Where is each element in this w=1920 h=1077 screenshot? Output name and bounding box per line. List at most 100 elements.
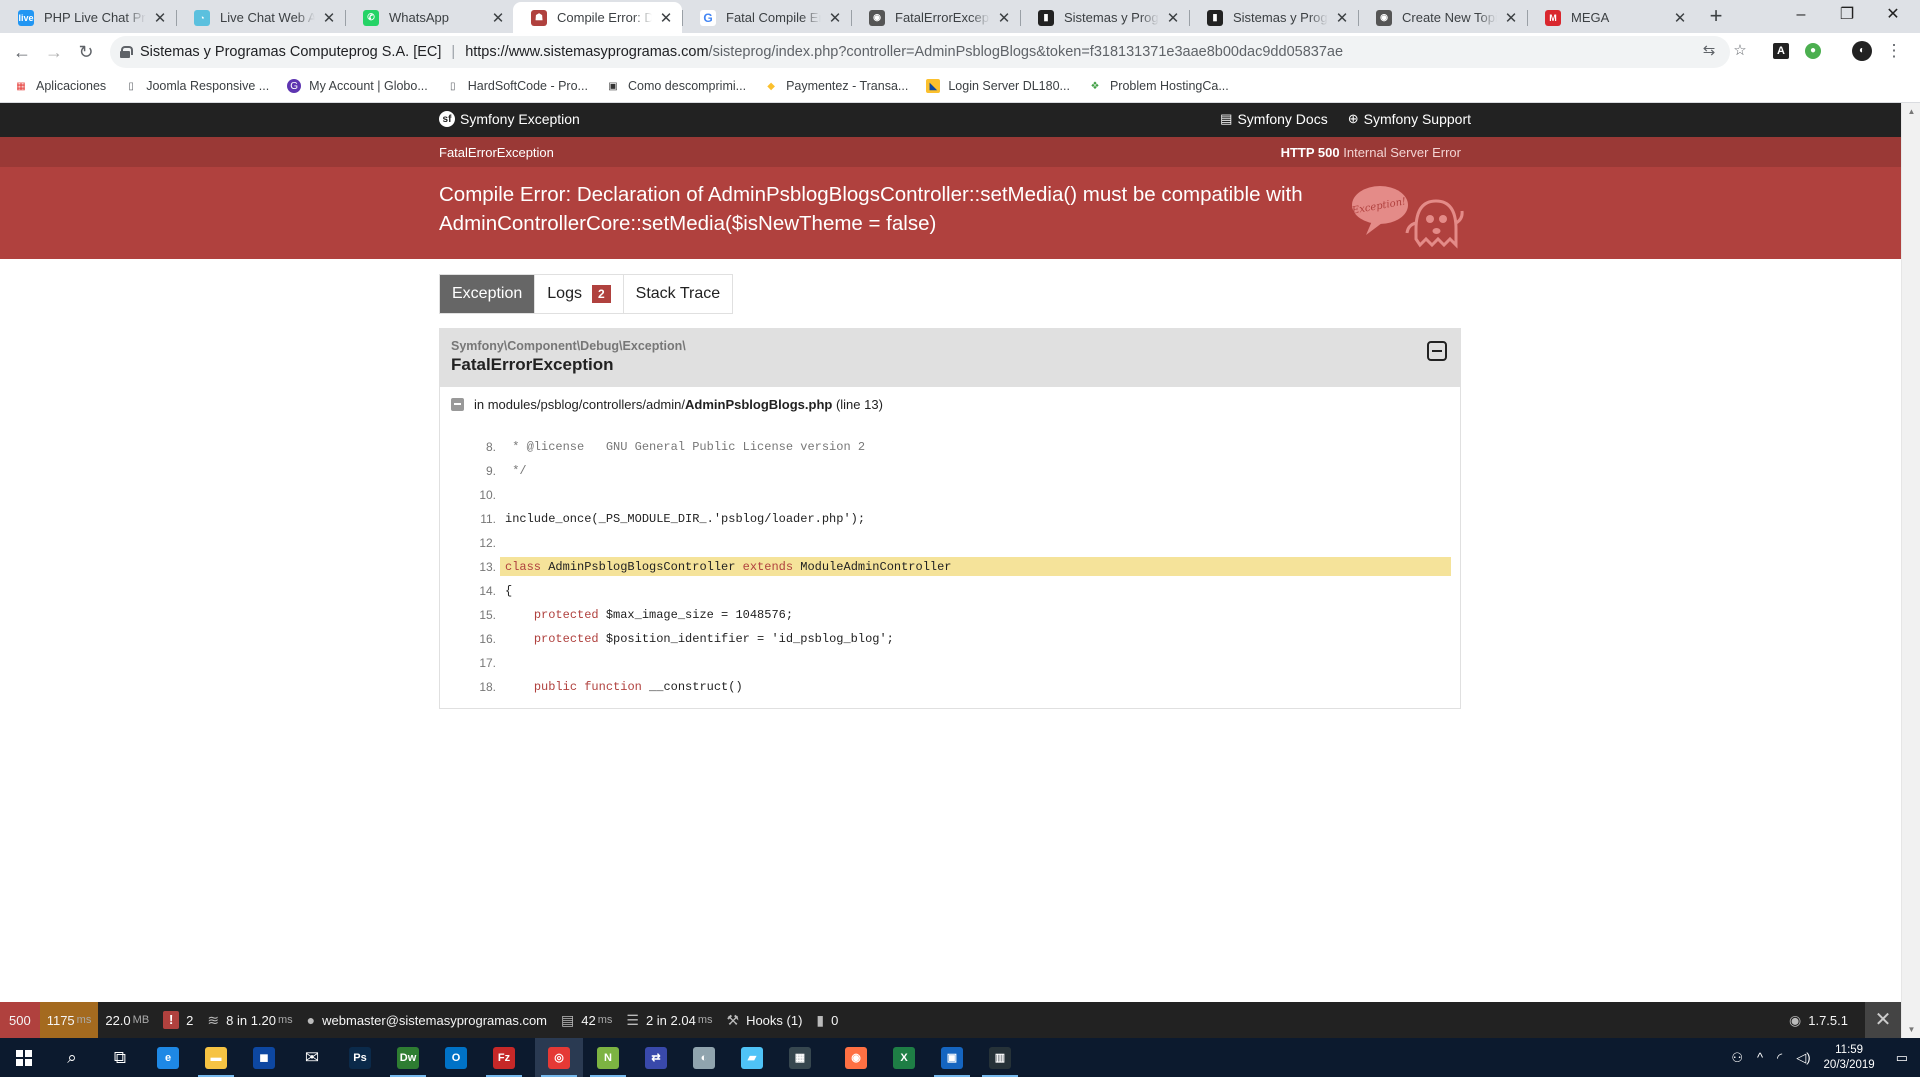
wdt-status-code[interactable]: 500 (0, 1002, 40, 1038)
bookmark-item[interactable]: ◆ Paymentez - Transa... (764, 79, 908, 93)
profile-avatar[interactable]: ◐ (1852, 41, 1872, 61)
close-tab-icon[interactable]: ✕ (996, 9, 1012, 27)
browser-tab[interactable]: G Fatal Compile Error ✕ (682, 2, 851, 33)
close-tab-icon[interactable]: ✕ (1334, 9, 1350, 27)
bookmark-item[interactable]: G My Account | Globo... (287, 79, 428, 93)
close-window-button[interactable]: ✕ (1870, 0, 1916, 30)
taskbar-app[interactable]: ▦ (776, 1038, 824, 1077)
restore-button[interactable]: ❐ (1824, 0, 1870, 30)
translate-icon[interactable]: ⇆ (1699, 41, 1719, 61)
forward-button[interactable]: → (40, 39, 68, 65)
collapse-trace-button[interactable] (1427, 341, 1447, 361)
wdt-time-unit: ms (76, 1014, 92, 1026)
new-tab-button[interactable]: + (1704, 4, 1728, 28)
bookmark-item[interactable]: ❖ Problem HostingCa... (1088, 79, 1228, 93)
browser-tab[interactable]: ◉ FatalErrorException ✕ (851, 2, 1020, 33)
network-icon[interactable]: ◜ (1777, 1050, 1782, 1066)
symfony-brand[interactable]: sf Symfony Exception (439, 111, 580, 127)
taskbar-app[interactable]: ⌕ (48, 1038, 96, 1077)
taskbar-app[interactable]: Ps (336, 1038, 384, 1077)
tab-logs[interactable]: Logs 2 (535, 275, 624, 313)
minimize-button[interactable]: – (1778, 0, 1824, 30)
wdt-forms[interactable]: ≋ 8 in 1.20 ms (200, 1002, 299, 1038)
browser-tab[interactable]: M MEGA ✕ (1527, 2, 1696, 33)
people-icon[interactable]: ⚇ (1731, 1050, 1743, 1066)
taskbar-app[interactable]: ◐ (680, 1038, 728, 1077)
extension-a-icon[interactable]: A (1773, 43, 1789, 59)
wdt-render-time[interactable]: ▤ 42 ms (554, 1002, 619, 1038)
taskbar-app[interactable]: ◼ (240, 1038, 288, 1077)
error-icon: ! (163, 1011, 180, 1029)
close-tab-icon[interactable]: ✕ (827, 9, 843, 27)
taskbar-app[interactable]: ◉ (832, 1038, 880, 1077)
browser-tab[interactable]: ✆ WhatsApp ✕ (345, 2, 514, 33)
bookmark-star-icon[interactable]: ☆ (1730, 41, 1750, 61)
chrome-menu-icon[interactable]: ⋮ (1884, 41, 1904, 61)
wdt-hooks[interactable]: ⚒ Hooks (1) (720, 1002, 810, 1038)
taskbar-app[interactable]: ⇄ (632, 1038, 680, 1077)
wdt-errors[interactable]: ! 2 (156, 1002, 200, 1038)
extension-green-icon[interactable]: ● (1805, 43, 1821, 59)
browser-tab[interactable]: ◔ Live Chat Web App ✕ (176, 2, 345, 33)
bookmark-item[interactable]: ▦ Aplicaciones (14, 79, 106, 93)
close-tab-icon[interactable]: ✕ (321, 9, 337, 27)
scroll-up-arrow[interactable]: ▲ (1902, 103, 1920, 120)
taskbar-clock[interactable]: 11:59 20/3/2019 (1824, 1043, 1875, 1073)
taskbar-app[interactable]: ▥ (976, 1038, 1024, 1077)
taskbar-app[interactable]: Fz (480, 1038, 528, 1077)
start-button[interactable] (0, 1038, 48, 1077)
close-tab-icon[interactable]: ✕ (1165, 9, 1181, 27)
taskbar-app[interactable]: N (584, 1038, 632, 1077)
wdt-database[interactable]: ☰ 2 in 2.04 ms (619, 1002, 719, 1038)
reload-button[interactable]: ↻ (72, 39, 100, 65)
taskbar-app[interactable]: Dw (384, 1038, 432, 1077)
browser-tab[interactable]: ◉ Create New Topic - ✕ (1358, 2, 1527, 33)
whatsapp-favicon: ✆ (363, 9, 379, 26)
show-hidden-icons[interactable]: ^ (1757, 1050, 1763, 1065)
taskbar-app[interactable]: O (432, 1038, 480, 1077)
taskbar-app[interactable]: ◎ (535, 1038, 583, 1077)
tab-stack-trace[interactable]: Stack Trace (624, 275, 732, 313)
hostingca-icon: ❖ (1090, 80, 1100, 92)
browser-tab[interactable]: live PHP Live Chat Pro ✕ (0, 2, 176, 33)
code-excerpt: 8. * @license GNU General Public License… (440, 435, 1460, 699)
bookmark-item[interactable]: ▣ Como descomprimi... (606, 79, 746, 93)
close-tab-icon[interactable]: ✕ (152, 9, 168, 27)
browser-tab[interactable]: ▮ Sistemas y Program ✕ (1189, 2, 1358, 33)
symfony-support-link[interactable]: ⊕ Symfony Support (1348, 111, 1471, 127)
browser-tab[interactable]: ☗ Compile Error: Decl ✕ (513, 2, 682, 33)
close-tab-icon[interactable]: ✕ (490, 9, 506, 27)
symfony-docs-link[interactable]: ▤ Symfony Docs (1220, 111, 1328, 127)
taskbar-app[interactable]: ▣ (928, 1038, 976, 1077)
volume-icon[interactable]: ◁) (1796, 1050, 1810, 1066)
wdt-version[interactable]: ◉ 1.7.5.1 (1782, 1002, 1855, 1038)
page-scrollbar[interactable]: ▲ ▼ (1901, 103, 1920, 1038)
taskbar-app[interactable]: ✉ (288, 1038, 336, 1077)
wdt-close-button[interactable]: ✕ (1865, 1002, 1901, 1038)
wdt-memory[interactable]: 22.0 MB (98, 1002, 156, 1038)
taskbar-app[interactable]: ▰ (728, 1038, 776, 1077)
taskbar-app[interactable]: ▬ (192, 1038, 240, 1077)
browser-tab[interactable]: ▮ Sistemas y Program ✕ (1020, 2, 1189, 33)
scroll-down-arrow[interactable]: ▼ (1902, 1021, 1920, 1038)
wdt-modules[interactable]: ▮ 0 (809, 1002, 845, 1038)
hp-icon: ◣ (926, 79, 941, 93)
code-line-highlighted: 13. class AdminPsblogBlogsController exte… (440, 555, 1460, 579)
address-bar[interactable]: Sistemas y Programas Computeprog S.A. [E… (110, 36, 1730, 68)
wdt-request-time[interactable]: 1175 ms (39, 1002, 99, 1038)
taskbar-app[interactable]: e (144, 1038, 192, 1077)
close-tab-icon[interactable]: ✕ (658, 9, 674, 27)
back-button[interactable]: ← (8, 39, 36, 65)
action-center-icon[interactable]: ▭ (1896, 1050, 1908, 1066)
bookmark-item[interactable]: ▯ HardSoftCode - Pro... (446, 79, 588, 93)
collapse-file-icon[interactable] (451, 398, 464, 411)
close-tab-icon[interactable]: ✕ (1503, 9, 1519, 27)
audio-icon: ▥ (989, 1046, 1011, 1069)
wdt-user[interactable]: ● webmaster@sistemasyprogramas.com (300, 1002, 554, 1038)
bookmark-item[interactable]: ◣ Login Server DL180... (926, 79, 1070, 93)
bookmark-item[interactable]: ▯ Joomla Responsive ... (124, 79, 269, 93)
close-tab-icon[interactable]: ✕ (1672, 9, 1688, 27)
tab-exception[interactable]: Exception (440, 275, 536, 313)
taskbar-app[interactable]: ⧉ (96, 1038, 144, 1077)
taskbar-app[interactable]: X (880, 1038, 928, 1077)
